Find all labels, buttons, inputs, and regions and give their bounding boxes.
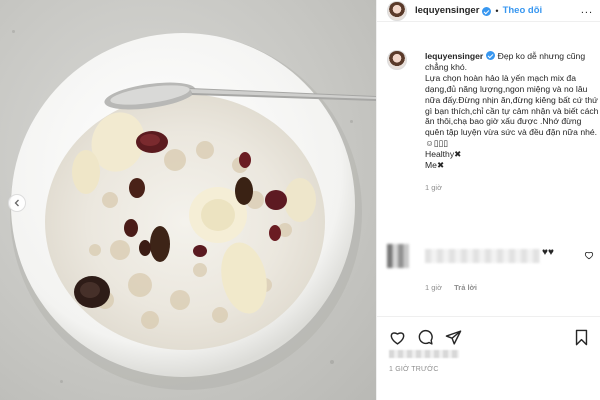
header-username[interactable]: lequyensinger [415, 5, 479, 16]
caption-body: lequyensinger Đẹp ko dễ nhưng cũng chẳng… [425, 50, 600, 171]
bookmark-icon[interactable] [571, 328, 591, 348]
previous-photo-button[interactable] [8, 194, 26, 212]
likes-count-blurred[interactable] [389, 350, 459, 358]
comment-avatar-blurred[interactable] [387, 244, 409, 268]
caption-avatar[interactable] [387, 50, 407, 70]
avatar[interactable] [387, 0, 407, 21]
reply-button[interactable]: Trả lời [454, 283, 477, 292]
separator-dot: • [495, 5, 499, 16]
action-bar [377, 316, 600, 350]
post-photo[interactable] [0, 0, 376, 400]
comment-text-blurred [425, 249, 540, 263]
chevron-left-icon [14, 199, 19, 207]
heart-icon[interactable] [387, 328, 407, 348]
caption: lequyensinger Đẹp ko dễ nhưng cũng chẳng… [387, 50, 600, 192]
comment-like-icon[interactable] [584, 250, 594, 263]
comment-row: ♥♥ [387, 242, 597, 272]
caption-text: Đẹp ko dễ nhưng cũng chẳng khó. Lựa chọn… [425, 51, 599, 171]
share-icon[interactable] [443, 328, 463, 348]
post-header: lequyensinger • Theo dõi ... [377, 0, 600, 22]
post-side-panel: lequyensinger • Theo dõi ... lequyensing… [376, 0, 600, 400]
follow-button[interactable]: Theo dõi [503, 5, 543, 16]
oatmeal-bowl-image [10, 33, 376, 390]
caption-time: 1 giờ [425, 182, 443, 192]
post-timestamp: 1 GIỜ TRƯỚC [389, 366, 439, 373]
verified-badge-icon [482, 7, 492, 16]
caption-username[interactable]: lequyensinger [425, 51, 483, 61]
comment-time: 1 giờ [425, 283, 443, 292]
comment-hearts: ♥♥ [542, 247, 554, 258]
comment-icon[interactable] [415, 328, 435, 348]
more-options-icon[interactable]: ... [581, 4, 593, 16]
verified-badge-icon [486, 51, 496, 60]
comment-meta: 1 giờ Trả lời [425, 283, 487, 292]
